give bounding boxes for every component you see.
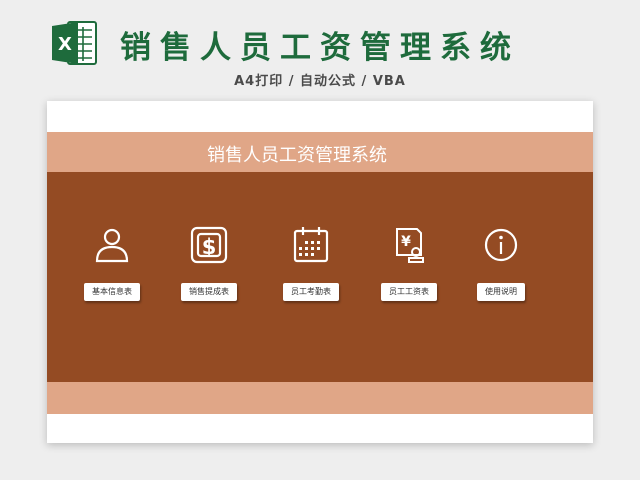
- svg-text:¥: ¥: [401, 234, 411, 250]
- excel-icon: X: [52, 21, 97, 65]
- banner-band-bottom: [47, 382, 593, 414]
- tile-sales-commission: $ 销售提成表: [159, 172, 259, 382]
- banner-title: 销售人员工资管理系统: [207, 145, 387, 166]
- spreadsheet-sheet: 销售人员工资管理系统 基本信息表 $ 销售提成表 员工考勤表 ¥ 员工工资表 使…: [47, 101, 593, 443]
- header: X 销售人员工资管理系统 A4打印 / 自动公式 / VBA: [0, 0, 640, 100]
- svg-text:$: $: [202, 235, 217, 259]
- basic-info-button[interactable]: 基本信息表: [84, 283, 140, 301]
- payroll-button[interactable]: 员工工资表: [381, 283, 437, 301]
- payslip-icon: ¥: [396, 228, 424, 263]
- excel-icon-letter: X: [58, 34, 72, 55]
- tile-payroll: ¥ 员工工资表: [359, 172, 459, 382]
- person-icon: [95, 228, 129, 263]
- tile-instructions: 使用说明: [451, 172, 551, 382]
- sales-commission-button[interactable]: 销售提成表: [181, 283, 237, 301]
- page-title: 销售人员工资管理系统: [120, 30, 520, 66]
- calendar-icon: [293, 227, 329, 263]
- dollar-icon: $: [190, 226, 228, 264]
- tile-attendance: 员工考勤表: [261, 172, 361, 382]
- instructions-button[interactable]: 使用说明: [477, 283, 525, 301]
- info-icon: [484, 228, 518, 262]
- tile-basic-info: 基本信息表: [62, 172, 162, 382]
- navigation-panel: 基本信息表 $ 销售提成表 员工考勤表 ¥ 员工工资表 使用说明: [47, 172, 593, 382]
- attendance-button[interactable]: 员工考勤表: [283, 283, 339, 301]
- page-subtitle: A4打印 / 自动公式 / VBA: [234, 74, 406, 89]
- banner-band-top: 销售人员工资管理系统: [47, 132, 593, 172]
